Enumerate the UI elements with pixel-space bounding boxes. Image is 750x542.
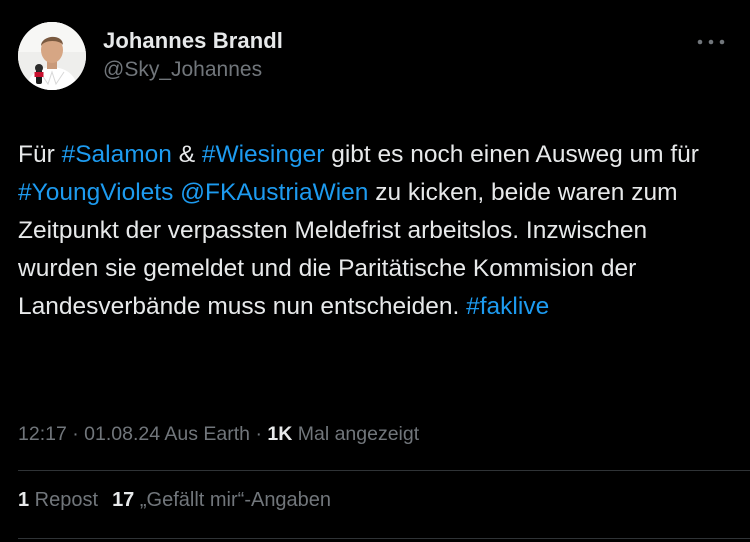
more-horizontal-icon[interactable] bbox=[695, 33, 727, 51]
views-label: Mal angezeigt bbox=[292, 423, 420, 445]
likes-stat[interactable]: 17 „Gefällt mir“-Angaben bbox=[112, 489, 331, 511]
reposts-stat[interactable]: 1 Repost bbox=[18, 489, 98, 511]
author-name[interactable]: Johannes Brandl bbox=[103, 28, 283, 54]
likes-label: „Gefällt mir“-Angaben bbox=[134, 489, 332, 511]
meta-separator: · bbox=[250, 423, 268, 445]
tweet: Johannes Brandl @Sky_Johannes Für #Salam… bbox=[0, 0, 750, 542]
reposts-count: 1 bbox=[18, 489, 30, 511]
hashtag-link[interactable]: #Salamon bbox=[62, 141, 172, 168]
divider bbox=[18, 470, 750, 471]
hashtag-link[interactable]: #YoungViolets bbox=[18, 179, 173, 206]
tweet-meta: 12:17 · 01.08.24 Aus Earth · 1K Mal ange… bbox=[18, 423, 419, 446]
mention-link[interactable]: @FKAustriaWien bbox=[180, 179, 368, 206]
tweet-location: Aus Earth bbox=[160, 423, 251, 445]
divider bbox=[18, 538, 750, 539]
tweet-date[interactable]: 01.08.24 bbox=[84, 423, 160, 445]
tweet-text-segment: Für bbox=[18, 141, 62, 168]
tweet-stats: 1 Repost 17 „Gefällt mir“-Angaben bbox=[18, 489, 331, 512]
author-handle[interactable]: @Sky_Johannes bbox=[103, 58, 262, 82]
avatar[interactable] bbox=[18, 22, 86, 90]
tweet-text-segment: & bbox=[171, 141, 202, 168]
likes-count: 17 bbox=[112, 489, 135, 511]
tweet-time[interactable]: 12:17 bbox=[18, 423, 67, 445]
views-count: 1K bbox=[267, 423, 293, 445]
reposts-label: Repost bbox=[29, 489, 99, 511]
hashtag-link[interactable]: #Wiesinger bbox=[202, 141, 325, 168]
meta-separator: · bbox=[66, 423, 85, 445]
tweet-text: Für #Salamon & #Wiesinger gibt es noch e… bbox=[18, 136, 733, 326]
hashtag-link[interactable]: #faklive bbox=[466, 293, 549, 320]
avatar-photo bbox=[18, 22, 86, 90]
tweet-text-segment: gibt es noch einen Ausweg um für bbox=[324, 141, 699, 168]
